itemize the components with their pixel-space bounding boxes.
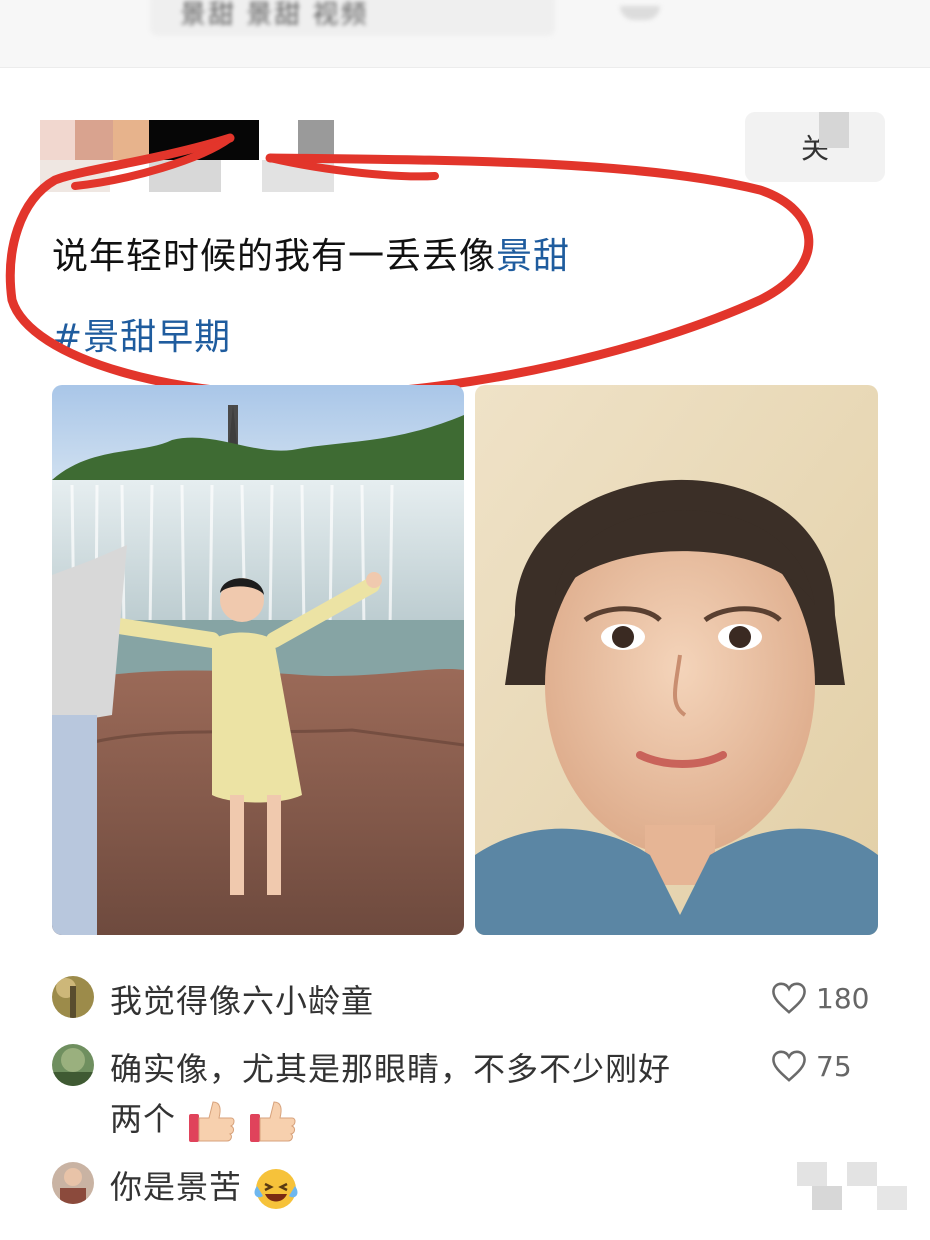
post-caption-text: 说年轻时候的我有一丢丢像: [52, 236, 497, 277]
post-image-portrait[interactable]: [475, 385, 878, 935]
laughing-crying-icon: [254, 1169, 298, 1209]
like-button[interactable]: 75: [772, 1046, 882, 1086]
waterfall-photo: [52, 385, 464, 935]
comment-text: 你是景苦: [110, 1162, 299, 1212]
thumbs-up-icon: [250, 1101, 296, 1142]
menu-icon[interactable]: [620, 6, 660, 20]
commenter-avatar[interactable]: [52, 1162, 94, 1204]
heart-icon: [772, 1050, 806, 1082]
comment-text: 我觉得像六小龄童: [110, 982, 375, 1020]
portrait-photo: [475, 385, 878, 935]
hashtag-link[interactable]: #景甜早期: [52, 308, 231, 360]
post-caption: 说年轻时候的我有一丢丢像景甜: [52, 235, 812, 278]
post-image-waterfall[interactable]: [52, 385, 464, 935]
author-mosaic[interactable]: [40, 110, 370, 192]
comment-text-body: 你是景苦: [110, 1168, 243, 1206]
commenter-avatar[interactable]: [52, 976, 94, 1018]
top-search-strip: 景甜 景甜 视频: [0, 0, 930, 68]
heart-icon: [772, 982, 806, 1014]
like-button[interactable]: 180: [772, 978, 882, 1018]
comment-text-line1: 确实像，尤其是那眼睛，不多不少刚好: [110, 1050, 672, 1088]
mosaic-block: [797, 1162, 930, 1212]
comment-text: 确实像，尤其是那眼睛，不多不少刚好 两个: [110, 1044, 671, 1144]
search-text: 景甜 景甜 视频: [180, 0, 369, 30]
comment-text-line2: 两个: [110, 1094, 671, 1144]
follow-mosaic: [819, 112, 849, 148]
post-header: 关: [0, 100, 930, 195]
commenter-avatar[interactable]: [52, 1044, 94, 1086]
post-screen: 景甜 景甜 视频 关 说年轻时候的我有一丢丢像景甜 #景甜早期 我觉得像六小龄童…: [0, 0, 930, 1240]
like-count: 75: [816, 1049, 852, 1083]
celebrity-link[interactable]: 景甜: [496, 236, 570, 277]
follow-button[interactable]: 关: [745, 112, 885, 182]
search-bar[interactable]: 景甜 景甜 视频: [150, 0, 555, 36]
comment-text-line2-text: 两个: [110, 1100, 177, 1138]
like-count: 180: [816, 981, 870, 1015]
thumbs-up-icon: [189, 1101, 235, 1142]
